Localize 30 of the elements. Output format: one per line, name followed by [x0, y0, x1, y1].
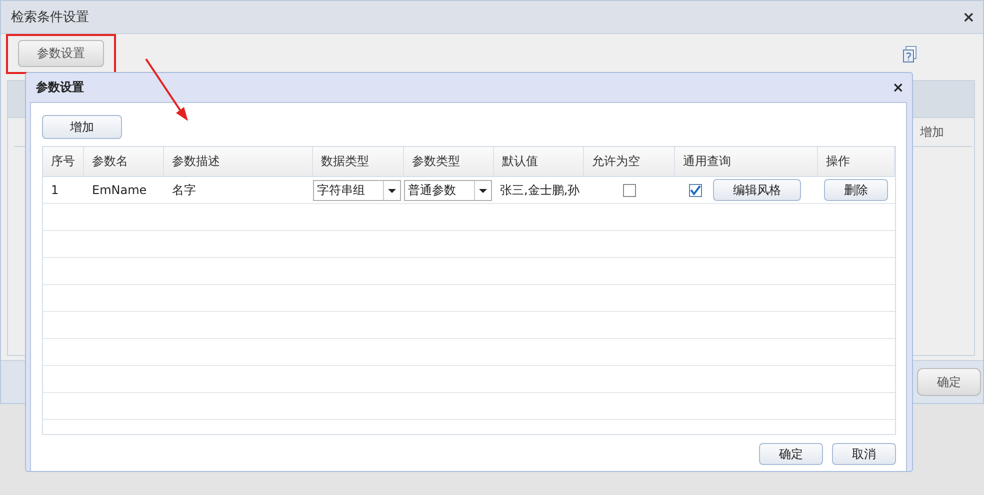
data-type-dropdown[interactable]: 字符串组: [313, 180, 401, 200]
window-title: 检索条件设置: [11, 9, 89, 26]
column-header: 允许为空: [584, 147, 675, 176]
add-button[interactable]: 增加: [42, 115, 122, 139]
delete-button[interactable]: 删除: [824, 179, 888, 201]
close-icon[interactable]: ×: [892, 80, 904, 96]
column-header: 参数描述: [164, 147, 313, 176]
dialog-title: 参数设置: [36, 79, 84, 96]
checkbox[interactable]: [623, 184, 636, 196]
parameter-type-dropdown[interactable]: 普通参数: [404, 180, 492, 200]
column-header: 序号: [43, 147, 84, 176]
ok-button[interactable]: 确定: [917, 368, 981, 396]
ok-button[interactable]: 确定: [759, 443, 823, 465]
help-icon[interactable]: [903, 46, 917, 63]
column-header: 操作: [818, 147, 895, 176]
table-cell-text: EmName: [91, 182, 148, 199]
partial-label: 增加: [920, 124, 944, 140]
cancel-button[interactable]: 取消: [832, 443, 896, 465]
column-header: 默认值: [494, 147, 584, 176]
table-cell-text: 张三,金士鹏,孙: [499, 182, 581, 198]
column-header: 数据类型: [313, 147, 404, 176]
column-header: 参数名: [84, 147, 164, 176]
column-header: 参数类型: [404, 147, 494, 176]
checkbox[interactable]: [689, 184, 702, 196]
table-cell-text: 名字: [171, 182, 197, 198]
column-header: 通用查询: [675, 147, 818, 176]
table-cell-text: 1: [50, 182, 60, 199]
parameter-settings-button[interactable]: 参数设置: [18, 40, 104, 67]
close-icon[interactable]: ×: [962, 8, 975, 26]
edit-style-button[interactable]: 编辑风格: [713, 179, 801, 201]
